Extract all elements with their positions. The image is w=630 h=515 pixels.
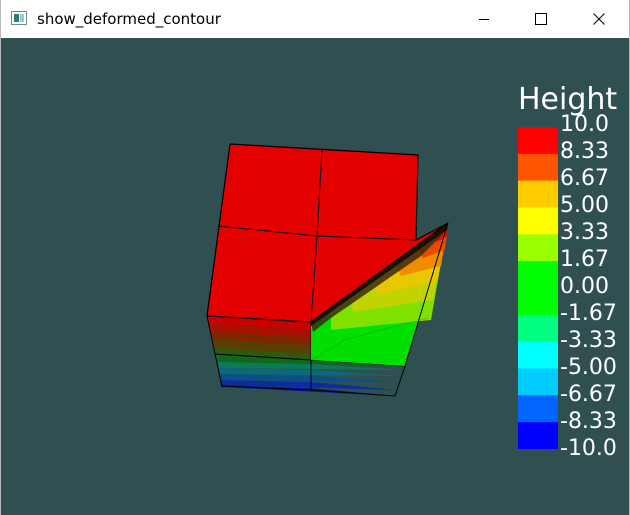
legend-title: Height: [518, 82, 618, 117]
app-icon: [11, 11, 27, 25]
legend-label: 1.67: [560, 247, 609, 272]
legend-label: 10.0: [560, 112, 609, 137]
minimize-icon: [479, 19, 489, 20]
legend-label: -3.33: [560, 328, 617, 353]
legend-label: -5.00: [560, 355, 617, 380]
legend-label: -8.33: [560, 409, 617, 434]
color-scale-swatch: [518, 368, 558, 396]
minimize-button[interactable]: [461, 0, 507, 38]
legend-label: -1.67: [560, 301, 617, 326]
app-window: show_deformed_contour Height 10.0 8.33 6…: [0, 0, 630, 515]
color-scale-bar: [518, 127, 558, 449]
color-scale-swatch: [518, 180, 558, 208]
color-scale-swatch: [518, 261, 558, 289]
legend-label: 3.33: [560, 220, 609, 245]
color-scale-swatch: [518, 153, 558, 182]
color-scale-swatch: [518, 207, 558, 235]
color-scale-swatch: [518, 234, 558, 262]
color-scale-swatch: [518, 395, 558, 423]
legend-label: 0.00: [560, 274, 609, 299]
legend-label: -6.67: [560, 382, 617, 407]
title-bar[interactable]: show_deformed_contour: [1, 0, 629, 38]
legend-labels: 10.0 8.33 6.67 5.00 3.33 1.67 0.00 -1.67…: [560, 114, 629, 464]
maximize-button[interactable]: [518, 0, 564, 38]
legend-label: -10.0: [560, 436, 617, 461]
color-scale-swatch: [518, 341, 558, 369]
render-viewport[interactable]: Height 10.0 8.33 6.67 5.00 3.33 1.67 0.0…: [1, 38, 629, 515]
legend-label: 8.33: [560, 139, 609, 164]
close-button[interactable]: [576, 0, 622, 38]
color-scale-swatch: [518, 288, 558, 316]
legend-label: 6.67: [560, 166, 609, 191]
maximize-icon: [535, 13, 547, 25]
color-scale-swatch: [518, 422, 558, 449]
legend-label: 5.00: [560, 193, 609, 218]
color-scale-swatch: [518, 314, 558, 343]
window-title: show_deformed_contour: [37, 10, 221, 28]
color-scale-swatch: [518, 127, 558, 155]
close-icon: [593, 13, 605, 25]
